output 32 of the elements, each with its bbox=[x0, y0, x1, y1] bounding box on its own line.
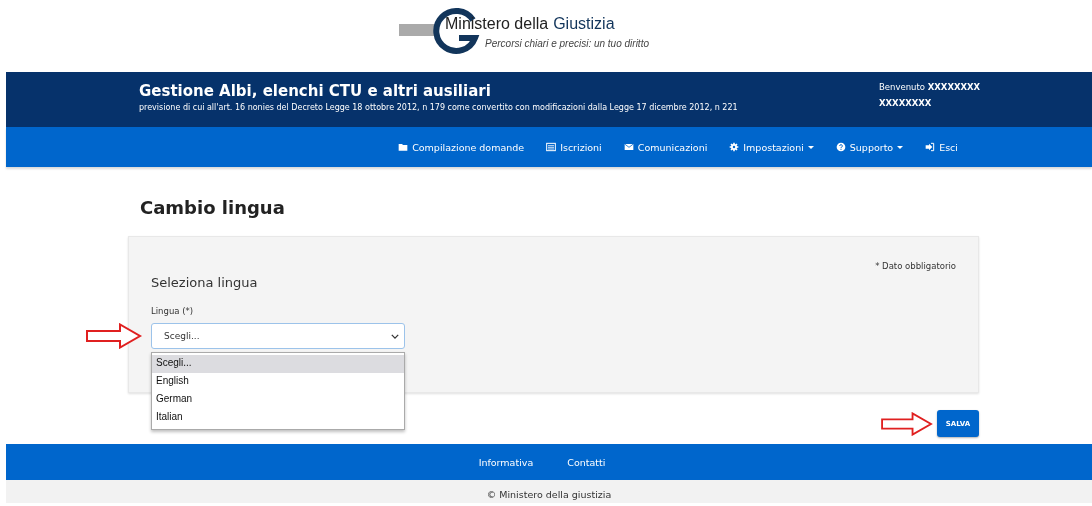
list-icon bbox=[546, 142, 557, 152]
folder-icon bbox=[398, 142, 409, 152]
nav-link[interactable]: Esci bbox=[914, 137, 969, 157]
page-title: Cambio lingua bbox=[140, 197, 286, 220]
logo-tagline: Percorsi chiari e precisi: un tuo diritto bbox=[485, 38, 649, 49]
required-note: * Dato obbligatorio bbox=[874, 260, 956, 271]
section-title: Seleziona lingua bbox=[151, 275, 259, 290]
dropdown-option[interactable]: German bbox=[152, 391, 404, 409]
logo-text-highlight: Giustizia bbox=[553, 15, 615, 33]
chevron-icon bbox=[391, 333, 399, 339]
dropdown-option[interactable]: Italian bbox=[152, 409, 404, 427]
field-label: Lingua (*) bbox=[151, 306, 195, 316]
help-icon bbox=[835, 142, 846, 152]
dropdown-option[interactable]: Scegli... bbox=[152, 355, 404, 373]
envelope-icon bbox=[623, 142, 634, 152]
logo-text: Ministero della bbox=[445, 15, 549, 33]
settings-icon bbox=[729, 142, 740, 152]
site-subtitle: previsione di cui all'art. 16 nonies del Decreto Legge 18 ottobre 2012, n 179 come convertito con modificazioni dalla Legge 17 dicembre 2012, n 221 bbox=[139, 103, 738, 112]
copyright-text: © Ministero della giustizia bbox=[486, 489, 612, 500]
nav-link[interactable]: Compilazione domande bbox=[387, 137, 536, 157]
nav-link[interactable]: Supporto bbox=[824, 137, 915, 157]
nav-link[interactable]: Impostazioni bbox=[718, 137, 825, 157]
footer-link[interactable]: Contatti bbox=[567, 456, 606, 468]
footer-link[interactable]: Informativa bbox=[478, 456, 534, 468]
nav-link[interactable]: Iscrizioni bbox=[535, 137, 613, 157]
welcome-text: Benvenuto XXXXXXXX XXXXXXXX bbox=[879, 81, 982, 110]
annotation-arrow bbox=[879, 411, 935, 436]
language-select[interactable]: Scegli... bbox=[151, 323, 405, 349]
nav-link[interactable]: Comunicazioni bbox=[612, 137, 719, 157]
exit-icon bbox=[925, 142, 936, 152]
dropdown-option[interactable]: English bbox=[152, 373, 404, 391]
site-title: Gestione Albi, elenchi CTU e altri ausiliari bbox=[139, 82, 492, 100]
